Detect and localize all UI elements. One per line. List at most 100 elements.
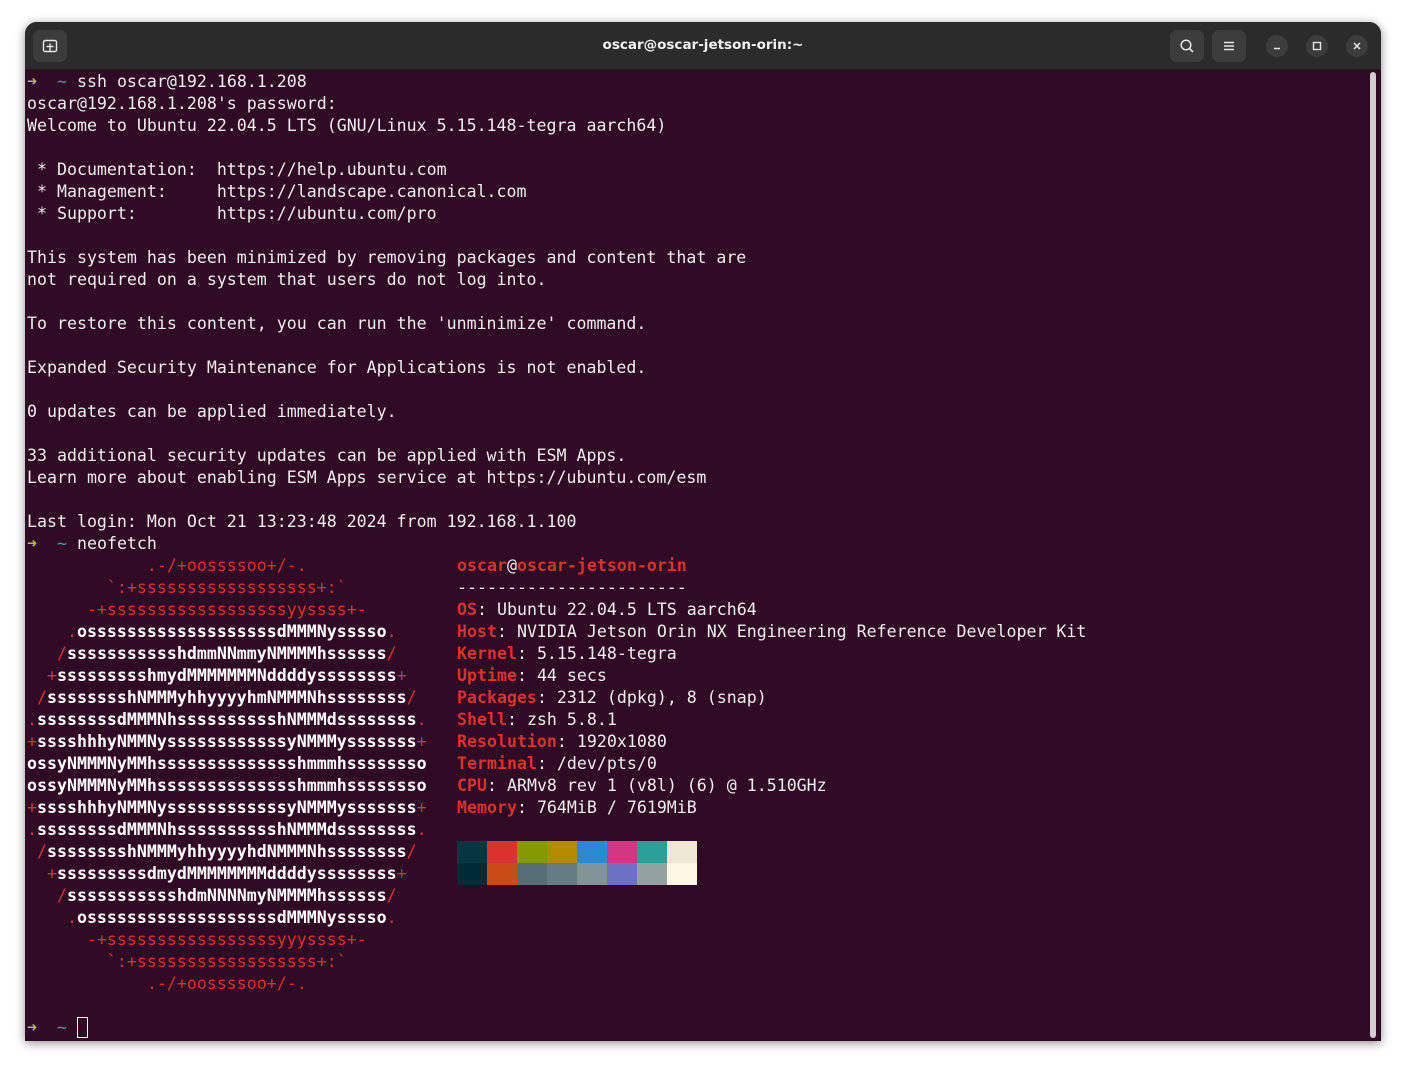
- motd-line: Learn more about enabling ESM Apps servi…: [27, 468, 707, 487]
- palette-swatch: [547, 863, 577, 885]
- info-key: Uptime: [457, 666, 517, 685]
- palette-swatch: [457, 863, 487, 885]
- info-row: Shell: zsh 5.8.1: [457, 710, 617, 729]
- palette-swatch: [607, 841, 637, 863]
- palette-swatch: [637, 863, 667, 885]
- info-value: 1920x1080: [576, 732, 667, 751]
- close-button[interactable]: [1346, 35, 1368, 57]
- motd-line: Expanded Security Maintenance for Applic…: [27, 358, 647, 377]
- info-value: 2312 (dpkg), 8 (snap): [556, 688, 767, 707]
- prompt-line-ssh: ➜ ~ ssh oscar@192.168.1.208: [27, 71, 307, 93]
- motd-line: not required on a system that users do n…: [27, 270, 547, 289]
- palette-swatch: [517, 863, 547, 885]
- text-cursor: [76, 1017, 88, 1038]
- logo-line: /sssssssshNMMMyhhyyyyhmNMMMNhssssssss/: [27, 688, 417, 707]
- neofetch-host: oscar-jetson-orin: [516, 556, 687, 575]
- info-value: 764MiB / 7619MiB: [536, 798, 697, 817]
- info-value: NVIDIA Jetson Orin NX Engineering Refere…: [516, 622, 1087, 641]
- prompt-dir: ~: [56, 72, 67, 91]
- prompt-line-neofetch: ➜ ~ neofetch: [27, 533, 157, 555]
- motd-line: * Support: https://ubuntu.com/pro: [27, 204, 437, 223]
- logo-line: /sssssssshNMMMyhhyyyyhdNMMMNhssssssss/: [27, 842, 417, 861]
- close-icon: [1353, 42, 1361, 50]
- info-key: Shell: [457, 710, 507, 729]
- logo-line: /ssssssssssshdmmNNmmyNMMMMhssssss/: [27, 644, 397, 663]
- motd-line: This system has been minimized by removi…: [27, 248, 747, 267]
- hamburger-menu-icon: [1224, 41, 1234, 51]
- palette-swatch: [607, 863, 637, 885]
- motd-line: oscar@192.168.1.208's password:: [27, 94, 337, 113]
- logo-line: +sssshhhyNMMNyssssssssssssyNMMMysssssss+: [27, 732, 427, 751]
- info-key: OS: [457, 600, 477, 619]
- motd-line: * Management: https://landscape.canonica…: [27, 182, 527, 201]
- palette-swatch: [487, 863, 517, 885]
- palette-swatch: [547, 841, 577, 863]
- neofetch-at: @: [506, 556, 517, 575]
- logo-line: -+sssssssssssssssssyyyssss+-: [27, 930, 367, 949]
- color-palette: [457, 841, 697, 885]
- palette-swatch: [667, 863, 697, 885]
- command-text: neofetch: [76, 534, 157, 553]
- palette-swatch: [517, 841, 547, 863]
- maximize-button[interactable]: [1306, 35, 1328, 57]
- info-value: Ubuntu 22.04.5 LTS aarch64: [496, 600, 757, 619]
- terminal-window: oscar@oscar-jetson-orin:~ ➜ ~ ssh oscar@…: [25, 22, 1381, 1041]
- menu-button[interactable]: [1212, 30, 1246, 62]
- minimize-icon: [1274, 47, 1280, 50]
- logo-line: .-/+oossssoo+/-.: [27, 974, 307, 993]
- info-value: 44 secs: [536, 666, 607, 685]
- terminal-output[interactable]: ➜ ~ ssh oscar@192.168.1.208 oscar@192.16…: [27, 70, 1365, 1038]
- title-bar[interactable]: oscar@oscar-jetson-orin:~: [25, 22, 1381, 70]
- logo-line: +sssssssssdmydMMMMMMMMddddyssssssss+: [27, 864, 407, 883]
- neofetch-user: oscar: [457, 556, 507, 575]
- logo-line: .-/+oossssoo+/-.: [27, 556, 307, 575]
- logo-line: .ssssssssdMMMNhsssssssssshNMMMdssssssss.: [27, 820, 427, 839]
- info-key: Host: [457, 622, 497, 641]
- info-row: Kernel: 5.15.148-tegra: [457, 644, 677, 663]
- info-row: Uptime: 44 secs: [457, 666, 607, 685]
- palette-swatch: [577, 863, 607, 885]
- maximize-icon: [1312, 41, 1322, 51]
- info-key: Memory: [457, 798, 517, 817]
- info-value: ARMv8 rev 1 (v8l) (6) @ 1.510GHz: [506, 776, 827, 795]
- neofetch-header: oscar@oscar-jetson-orin: [457, 555, 687, 577]
- search-icon: [1180, 39, 1194, 53]
- logo-line: /ssssssssssshdmNNNNmyNMMMMhssssss/: [27, 886, 397, 905]
- motd-line: To restore this content, you can run the…: [27, 314, 647, 333]
- palette-swatch: [487, 841, 517, 863]
- logo-line: .ssssssssdMMMNhsssssssssshNMMMdssssssss.: [27, 710, 427, 729]
- command-text: ssh oscar@192.168.1.208: [76, 72, 307, 91]
- motd-line: 0 updates can be applied immediately.: [27, 402, 397, 421]
- prompt-line-current[interactable]: ➜ ~: [27, 1017, 88, 1039]
- info-row: Resolution: 1920x1080: [457, 732, 667, 751]
- info-row: Packages: 2312 (dpkg), 8 (snap): [457, 688, 767, 707]
- info-key: Kernel: [457, 644, 517, 663]
- info-value: zsh 5.8.1: [526, 710, 617, 729]
- palette-swatch: [457, 841, 487, 863]
- palette-swatch: [637, 841, 667, 863]
- motd-line: 33 additional security updates can be ap…: [27, 446, 627, 465]
- info-row: Terminal: /dev/pts/0: [457, 754, 657, 773]
- logo-line: .osssssssssssssssssssdMMMNysssso.: [27, 908, 397, 927]
- palette-swatch: [577, 841, 607, 863]
- motd-line: Welcome to Ubuntu 22.04.5 LTS (GNU/Linux…: [27, 116, 667, 135]
- prompt-dir: ~: [56, 1018, 67, 1037]
- palette-swatch: [667, 841, 697, 863]
- scrollbar[interactable]: [1370, 72, 1376, 1038]
- neofetch-separator: -----------------------: [457, 578, 687, 597]
- prompt-arrow-icon: ➜: [27, 534, 37, 553]
- info-key: Resolution: [457, 732, 557, 751]
- prompt-arrow-icon: ➜: [27, 1018, 37, 1037]
- info-key: CPU: [457, 776, 487, 795]
- info-key: Terminal: [457, 754, 537, 773]
- prompt-dir: ~: [56, 534, 67, 553]
- info-key: Packages: [457, 688, 537, 707]
- info-value: 5.15.148-tegra: [536, 644, 677, 663]
- info-row: OS: Ubuntu 22.04.5 LTS aarch64: [457, 600, 757, 619]
- search-button[interactable]: [1170, 30, 1204, 62]
- prompt-arrow-icon: ➜: [27, 72, 37, 91]
- logo-line: .osssssssssssssssssssdMMMNysssso.: [27, 622, 397, 641]
- minimize-button[interactable]: [1266, 35, 1288, 57]
- logo-line: `:+ssssssssssssssssss+:`: [27, 578, 347, 597]
- motd-line: * Documentation: https://help.ubuntu.com: [27, 160, 447, 179]
